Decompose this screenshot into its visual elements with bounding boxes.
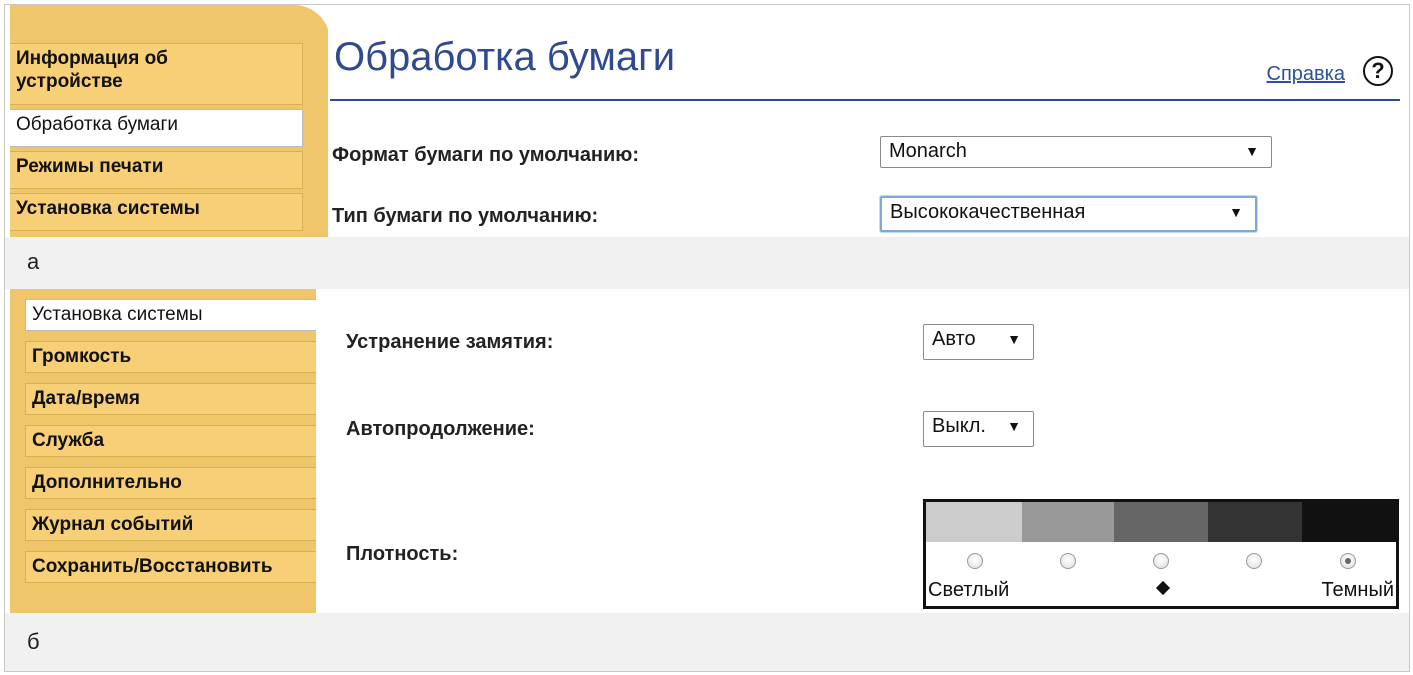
main-content-a: Обработка бумаги Справка ? Формат бумаги…: [328, 5, 1409, 237]
density-radio-2[interactable]: [1060, 553, 1076, 569]
sidebar-item-system-setup[interactable]: Установка системы: [10, 193, 303, 231]
default-paper-size-label: Формат бумаги по умолчанию:: [332, 144, 640, 166]
density-control: Светлый Темный: [923, 499, 1399, 609]
chevron-down-icon: ▼: [1229, 204, 1243, 220]
density-dark-label: Темный: [1321, 579, 1394, 601]
sidebar-item-date-time[interactable]: Дата/время: [25, 383, 316, 415]
sidebar-item-device-info[interactable]: Информация об устройстве: [10, 43, 303, 105]
density-label: Плотность:: [346, 543, 459, 565]
default-paper-type-label: Тип бумаги по умолчанию:: [332, 205, 599, 227]
density-radio-1[interactable]: [967, 553, 983, 569]
density-radio-4[interactable]: [1246, 553, 1262, 569]
density-swatch-2: [1022, 502, 1114, 542]
sidebar-item-event-log[interactable]: Журнал событий: [25, 509, 316, 541]
sidebar-item-service[interactable]: Служба: [25, 425, 316, 457]
sidebar-item-advanced[interactable]: Дополнительно: [25, 467, 316, 499]
sidebar-item-save-restore[interactable]: Сохранить/Восстановить: [25, 551, 316, 583]
caption-strip-a: а: [5, 237, 1409, 289]
density-swatch-1: [926, 502, 1022, 542]
auto-continue-label: Автопродолжение:: [346, 418, 535, 440]
chevron-down-icon: ▼: [1007, 418, 1021, 434]
default-paper-type-select[interactable]: Высококачественная ▼: [880, 196, 1257, 232]
help-icon[interactable]: ?: [1363, 56, 1393, 86]
default-paper-type-value: Высококачественная: [890, 201, 1086, 223]
caption-strip-b: б: [5, 613, 1409, 671]
help-link[interactable]: Справка: [1267, 63, 1345, 86]
density-radio-3[interactable]: [1153, 553, 1169, 569]
density-swatch-5: [1302, 502, 1396, 542]
default-paper-size-value: Monarch: [889, 140, 967, 162]
page-title: Обработка бумаги: [334, 35, 676, 79]
screenshot-frame: Информация об устройстве Обработка бумаг…: [4, 4, 1410, 672]
chevron-down-icon: ▼: [1245, 143, 1259, 159]
jam-recovery-select[interactable]: Авто ▼: [923, 324, 1034, 360]
density-swatch-4: [1208, 502, 1302, 542]
jam-recovery-value: Авто: [932, 328, 976, 350]
chevron-down-icon: ▼: [1007, 331, 1021, 347]
title-divider: [330, 99, 1400, 101]
default-paper-size-select[interactable]: Monarch ▼: [880, 136, 1272, 168]
panel-a: Информация об устройстве Обработка бумаг…: [5, 5, 1409, 237]
auto-continue-select[interactable]: Выкл. ▼: [923, 411, 1034, 447]
default-marker-icon: [1155, 580, 1171, 596]
caption-b: б: [27, 629, 40, 654]
density-swatch-3: [1114, 502, 1208, 542]
sidebar-item-volume[interactable]: Громкость: [25, 341, 316, 373]
panel-b: Установка системы Громкость Дата/время С…: [5, 289, 1409, 613]
density-light-label: Светлый: [928, 579, 1010, 601]
caption-a: а: [27, 249, 40, 274]
density-radio-5[interactable]: [1340, 553, 1356, 569]
sidebar-item-print-modes[interactable]: Режимы печати: [10, 151, 303, 189]
sidebar-item-system-setup[interactable]: Установка системы: [25, 299, 316, 331]
sidebar-item-paper-handling[interactable]: Обработка бумаги: [10, 109, 303, 147]
auto-continue-value: Выкл.: [932, 415, 986, 437]
jam-recovery-label: Устранение замятия:: [346, 331, 554, 353]
